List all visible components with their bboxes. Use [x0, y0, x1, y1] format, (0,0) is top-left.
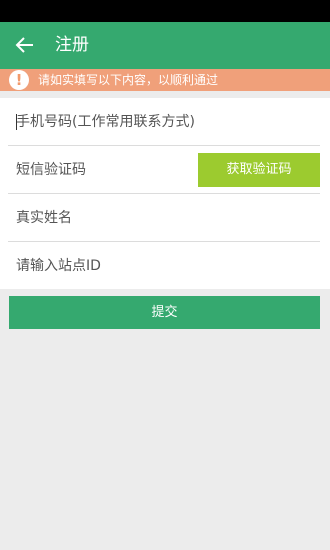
exclamation-icon: !: [9, 70, 29, 90]
sms-code-input[interactable]: [8, 146, 188, 193]
page-title: 注册: [55, 35, 89, 55]
app-bar: 注册: [0, 22, 330, 69]
status-bar: [0, 0, 330, 22]
notice-banner: ! 请如实填写以下内容，以顺利通过: [0, 69, 330, 91]
text-cursor: [16, 114, 17, 130]
name-row: [8, 194, 320, 242]
arrow-left-icon: [15, 37, 33, 53]
get-code-button[interactable]: 获取验证码: [198, 153, 320, 187]
notice-text: 请如实填写以下内容，以顺利通过: [38, 73, 219, 87]
registration-form: 获取验证码: [0, 98, 330, 289]
site-id-input[interactable]: [8, 242, 308, 289]
site-id-row: [8, 242, 320, 289]
phone-input[interactable]: [8, 98, 308, 145]
real-name-input[interactable]: [8, 194, 308, 241]
submit-button[interactable]: 提交: [9, 296, 320, 329]
phone-row: [8, 98, 320, 146]
sms-code-row: 获取验证码: [8, 146, 320, 194]
back-button[interactable]: [14, 34, 36, 56]
